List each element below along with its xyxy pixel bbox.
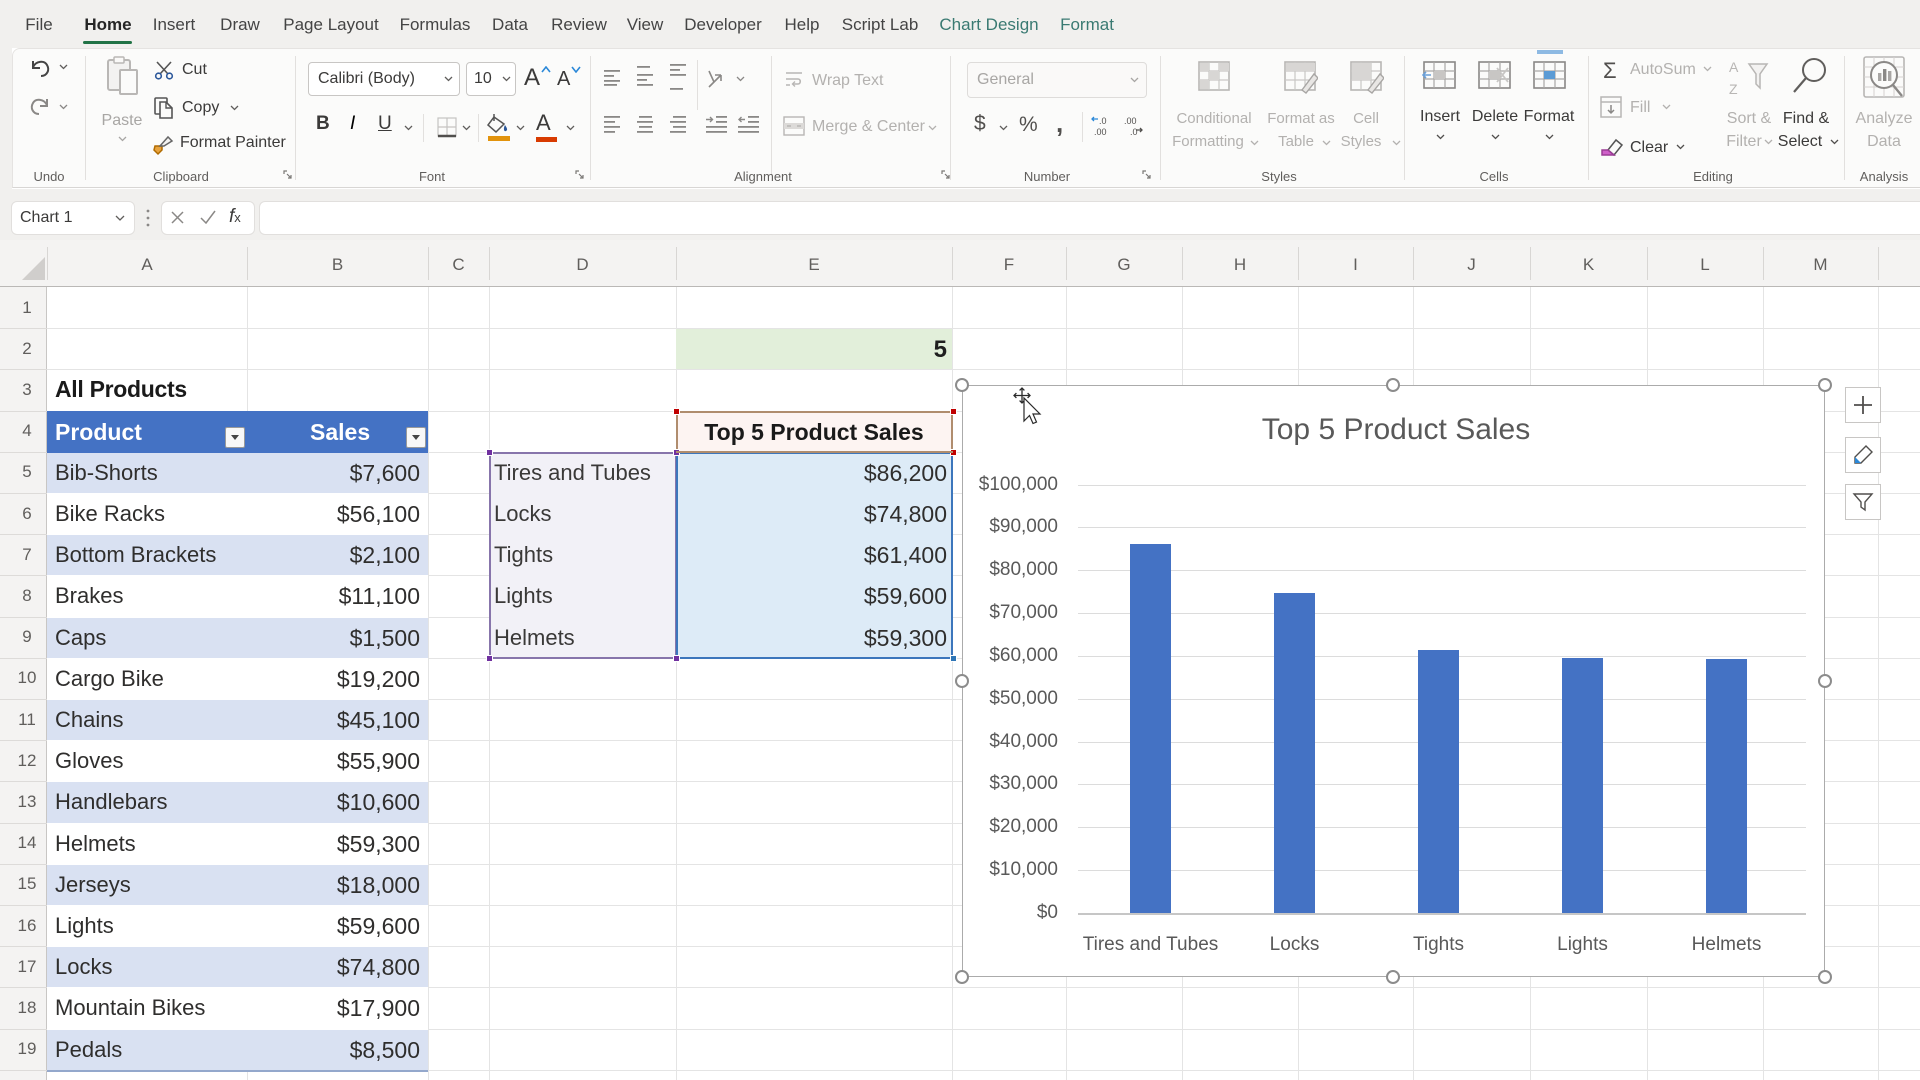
svg-text:.00: .00 (1094, 127, 1107, 137)
svg-text:.0: .0 (1130, 127, 1138, 137)
svg-text:.00: .00 (1124, 116, 1137, 126)
svg-text:Z: Z (1729, 81, 1738, 97)
svg-text:.0: .0 (1099, 116, 1107, 126)
svg-text:A: A (1729, 59, 1739, 75)
